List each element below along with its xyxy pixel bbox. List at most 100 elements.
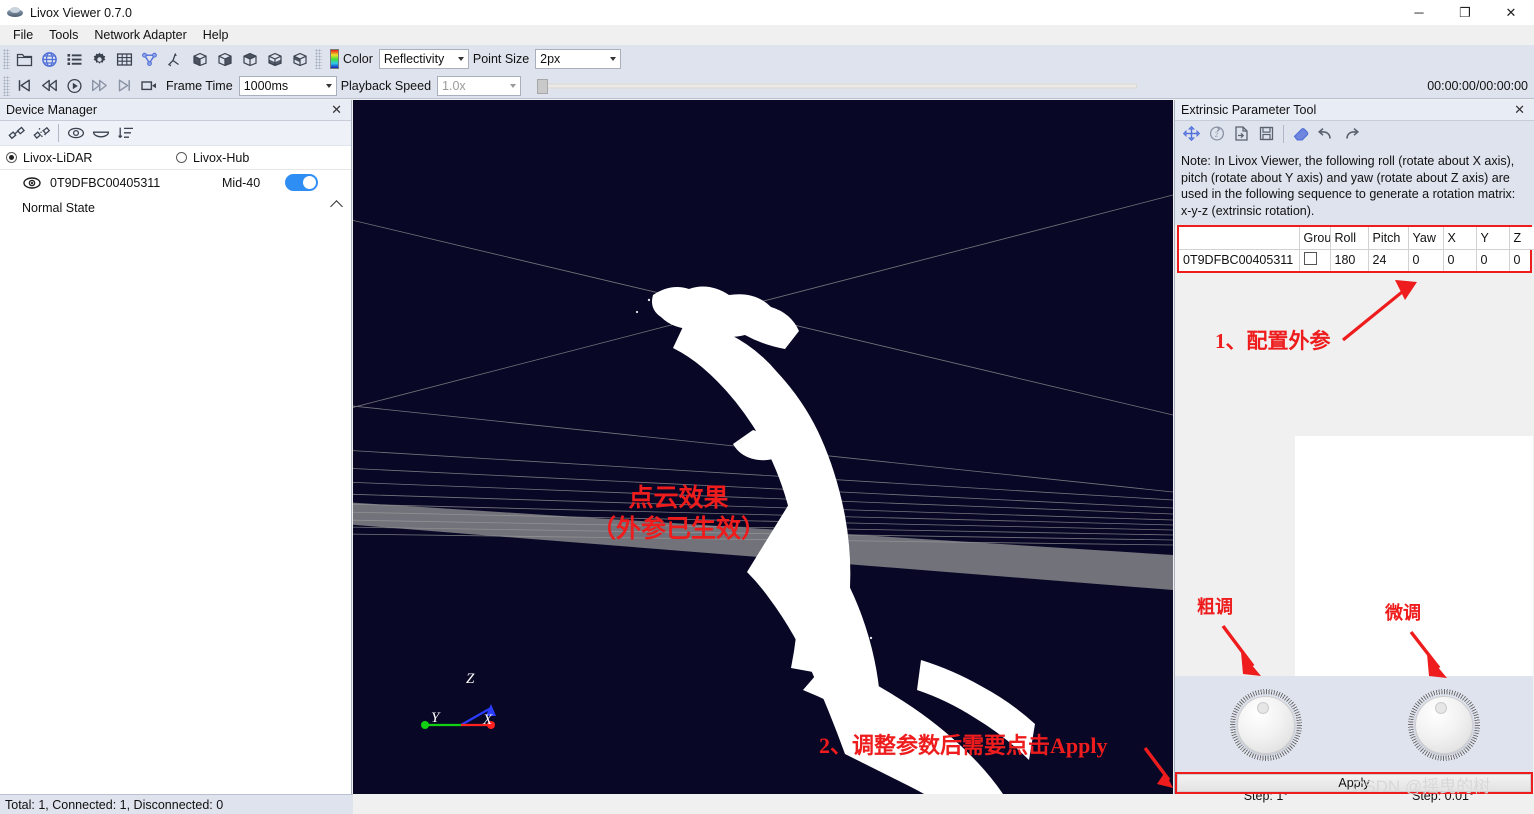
playback-speed-label: Playback Speed <box>340 78 432 93</box>
extrinsic-toolbar: 2 <box>1175 121 1534 146</box>
playback-toolbar: Frame Time 1000ms Playback Speed 1.0x 00… <box>0 73 1534 99</box>
view-cube-right-icon[interactable] <box>287 47 312 71</box>
close-button[interactable]: ✕ <box>1488 0 1534 25</box>
reset-rotation-icon[interactable]: 2 <box>1204 122 1229 145</box>
svg-text:2: 2 <box>1214 131 1218 139</box>
extrinsic-axes-icon[interactable] <box>1179 122 1204 145</box>
menu-file[interactable]: File <box>5 26 41 44</box>
table-row[interactable]: 0T9DFBC00405311 180 24 0 0 0 0 <box>1179 249 1534 271</box>
cell-z[interactable]: 0 <box>1509 249 1534 271</box>
apply-button-container: Apply CSDN @摇曳的树 <box>1175 772 1533 796</box>
fast-forward-icon[interactable] <box>87 74 112 98</box>
menu-tools[interactable]: Tools <box>41 26 86 44</box>
rewind-icon[interactable] <box>37 74 62 98</box>
device-state-label: Normal State <box>22 201 95 215</box>
coarse-dial-indicator <box>1257 702 1269 714</box>
app-logo-icon <box>7 5 23 21</box>
settings-gear-icon[interactable] <box>87 47 112 71</box>
group-checkbox[interactable] <box>1303 252 1317 266</box>
disconnect-icon[interactable] <box>29 122 54 144</box>
device-serial: 0T9DFBC00405311 <box>50 175 161 190</box>
hide-all-icon[interactable] <box>88 122 113 144</box>
view-cube-top-icon[interactable] <box>262 47 287 71</box>
toolbar-grip[interactable] <box>3 49 10 69</box>
device-enable-toggle[interactable] <box>285 174 318 191</box>
maximize-button[interactable]: ❐ <box>1442 0 1488 25</box>
timeline-handle[interactable] <box>537 78 549 94</box>
apply-button[interactable]: Apply <box>1177 774 1531 792</box>
timecode-label: 00:00:00/00:00:00 <box>1427 78 1528 93</box>
color-mode-select[interactable]: Reflectivity <box>378 49 469 69</box>
point-size-select[interactable]: 2px <box>535 49 622 69</box>
cell-yaw[interactable]: 0 <box>1408 249 1444 271</box>
col-group: Grou <box>1299 227 1331 250</box>
save-parameters-icon[interactable] <box>1254 122 1279 145</box>
extrinsic-title-bar: Extrinsic Parameter Tool ✕ <box>1175 100 1534 121</box>
point-cloud-viewport[interactable]: Z Y X 点云效果 （外参已生效） 2、调整参数后需要点击Apply <box>353 100 1173 794</box>
cell-x[interactable]: 0 <box>1443 249 1477 271</box>
point-size-value: 2px <box>540 52 561 66</box>
timeline-slider[interactable] <box>529 76 1427 96</box>
main-toolbar: Color Reflectivity Point Size 2px <box>0 45 1534 73</box>
coordinate-axes-icon[interactable] <box>162 47 187 71</box>
color-label: Color <box>343 52 373 66</box>
playback-speed-select[interactable]: 1.0x <box>437 75 522 96</box>
device-manager-close-icon[interactable]: ✕ <box>328 102 345 118</box>
menu-bar: File Tools Network Adapter Help <box>0 25 1534 45</box>
eraser-icon[interactable] <box>1288 122 1313 145</box>
grid-table-icon[interactable] <box>112 47 137 71</box>
view-cube-left-icon[interactable] <box>237 47 262 71</box>
table-header-row: Grou Roll Pitch Yaw X Y Z <box>1179 227 1534 250</box>
device-list-item[interactable]: 0T9DFBC00405311 Mid-40 <box>0 170 351 195</box>
minimize-button[interactable]: ─ <box>1396 0 1442 25</box>
globe-icon[interactable] <box>37 47 62 71</box>
extrinsic-close-icon[interactable]: ✕ <box>1511 102 1528 118</box>
fine-dial[interactable] <box>1408 689 1480 761</box>
record-video-icon[interactable] <box>137 74 162 98</box>
coarse-dial[interactable] <box>1230 689 1302 761</box>
visibility-eye-icon[interactable] <box>22 176 44 190</box>
col-y: Y <box>1476 227 1510 250</box>
view-cube-back-icon[interactable] <box>212 47 237 71</box>
play-icon[interactable] <box>62 74 87 98</box>
radio-livox-lidar[interactable]: Livox-LiDAR <box>6 151 176 165</box>
open-folder-icon[interactable] <box>12 47 37 71</box>
cell-y[interactable]: 0 <box>1476 249 1510 271</box>
skip-to-start-icon[interactable] <box>12 74 37 98</box>
undo-icon[interactable] <box>1313 122 1338 145</box>
point-size-label: Point Size <box>472 52 530 66</box>
annotation-arrow-coarse <box>1221 624 1261 676</box>
skip-to-end-icon[interactable] <box>112 74 137 98</box>
menu-help[interactable]: Help <box>195 26 237 44</box>
radio-livox-hub[interactable]: Livox-Hub <box>176 151 249 165</box>
annotation-step-1: 1、配置外参 <box>1215 329 1331 353</box>
col-x: X <box>1443 227 1477 250</box>
device-tree-icon[interactable] <box>137 47 162 71</box>
view-cube-front-icon[interactable] <box>187 47 212 71</box>
radio-livox-hub-label: Livox-Hub <box>193 150 250 165</box>
annotation-arrow-fine <box>1409 630 1447 678</box>
import-parameters-icon[interactable] <box>1229 122 1254 145</box>
connect-icon[interactable] <box>4 122 29 144</box>
annotation-arrow-to-apply <box>1143 746 1173 788</box>
show-all-icon[interactable] <box>63 122 88 144</box>
playback-speed-value: 1.0x <box>442 78 466 93</box>
frame-time-select[interactable]: 1000ms <box>238 75 337 96</box>
frame-time-label: Frame Time <box>166 78 233 93</box>
redo-icon[interactable] <box>1338 122 1363 145</box>
radio-dot-icon <box>6 152 17 163</box>
chevron-down-icon <box>610 57 617 61</box>
toolbar-grip-2[interactable] <box>315 49 322 69</box>
extrinsic-parameter-panel: Extrinsic Parameter Tool ✕ 2 Note: In Li… <box>1174 100 1534 803</box>
device-state-row: Normal State <box>0 195 351 221</box>
sort-icon[interactable] <box>113 122 138 144</box>
playback-toolbar-grip[interactable] <box>3 75 10 96</box>
menu-network-adapter[interactable]: Network Adapter <box>86 26 194 44</box>
cell-pitch[interactable]: 24 <box>1368 249 1409 271</box>
cell-group-checkbox[interactable] <box>1299 249 1331 271</box>
chevron-up-icon[interactable] <box>330 200 343 213</box>
list-icon[interactable] <box>62 47 87 71</box>
cell-roll[interactable]: 180 <box>1330 249 1369 271</box>
fine-dial-indicator <box>1435 702 1447 714</box>
color-scale-icon <box>330 49 339 69</box>
